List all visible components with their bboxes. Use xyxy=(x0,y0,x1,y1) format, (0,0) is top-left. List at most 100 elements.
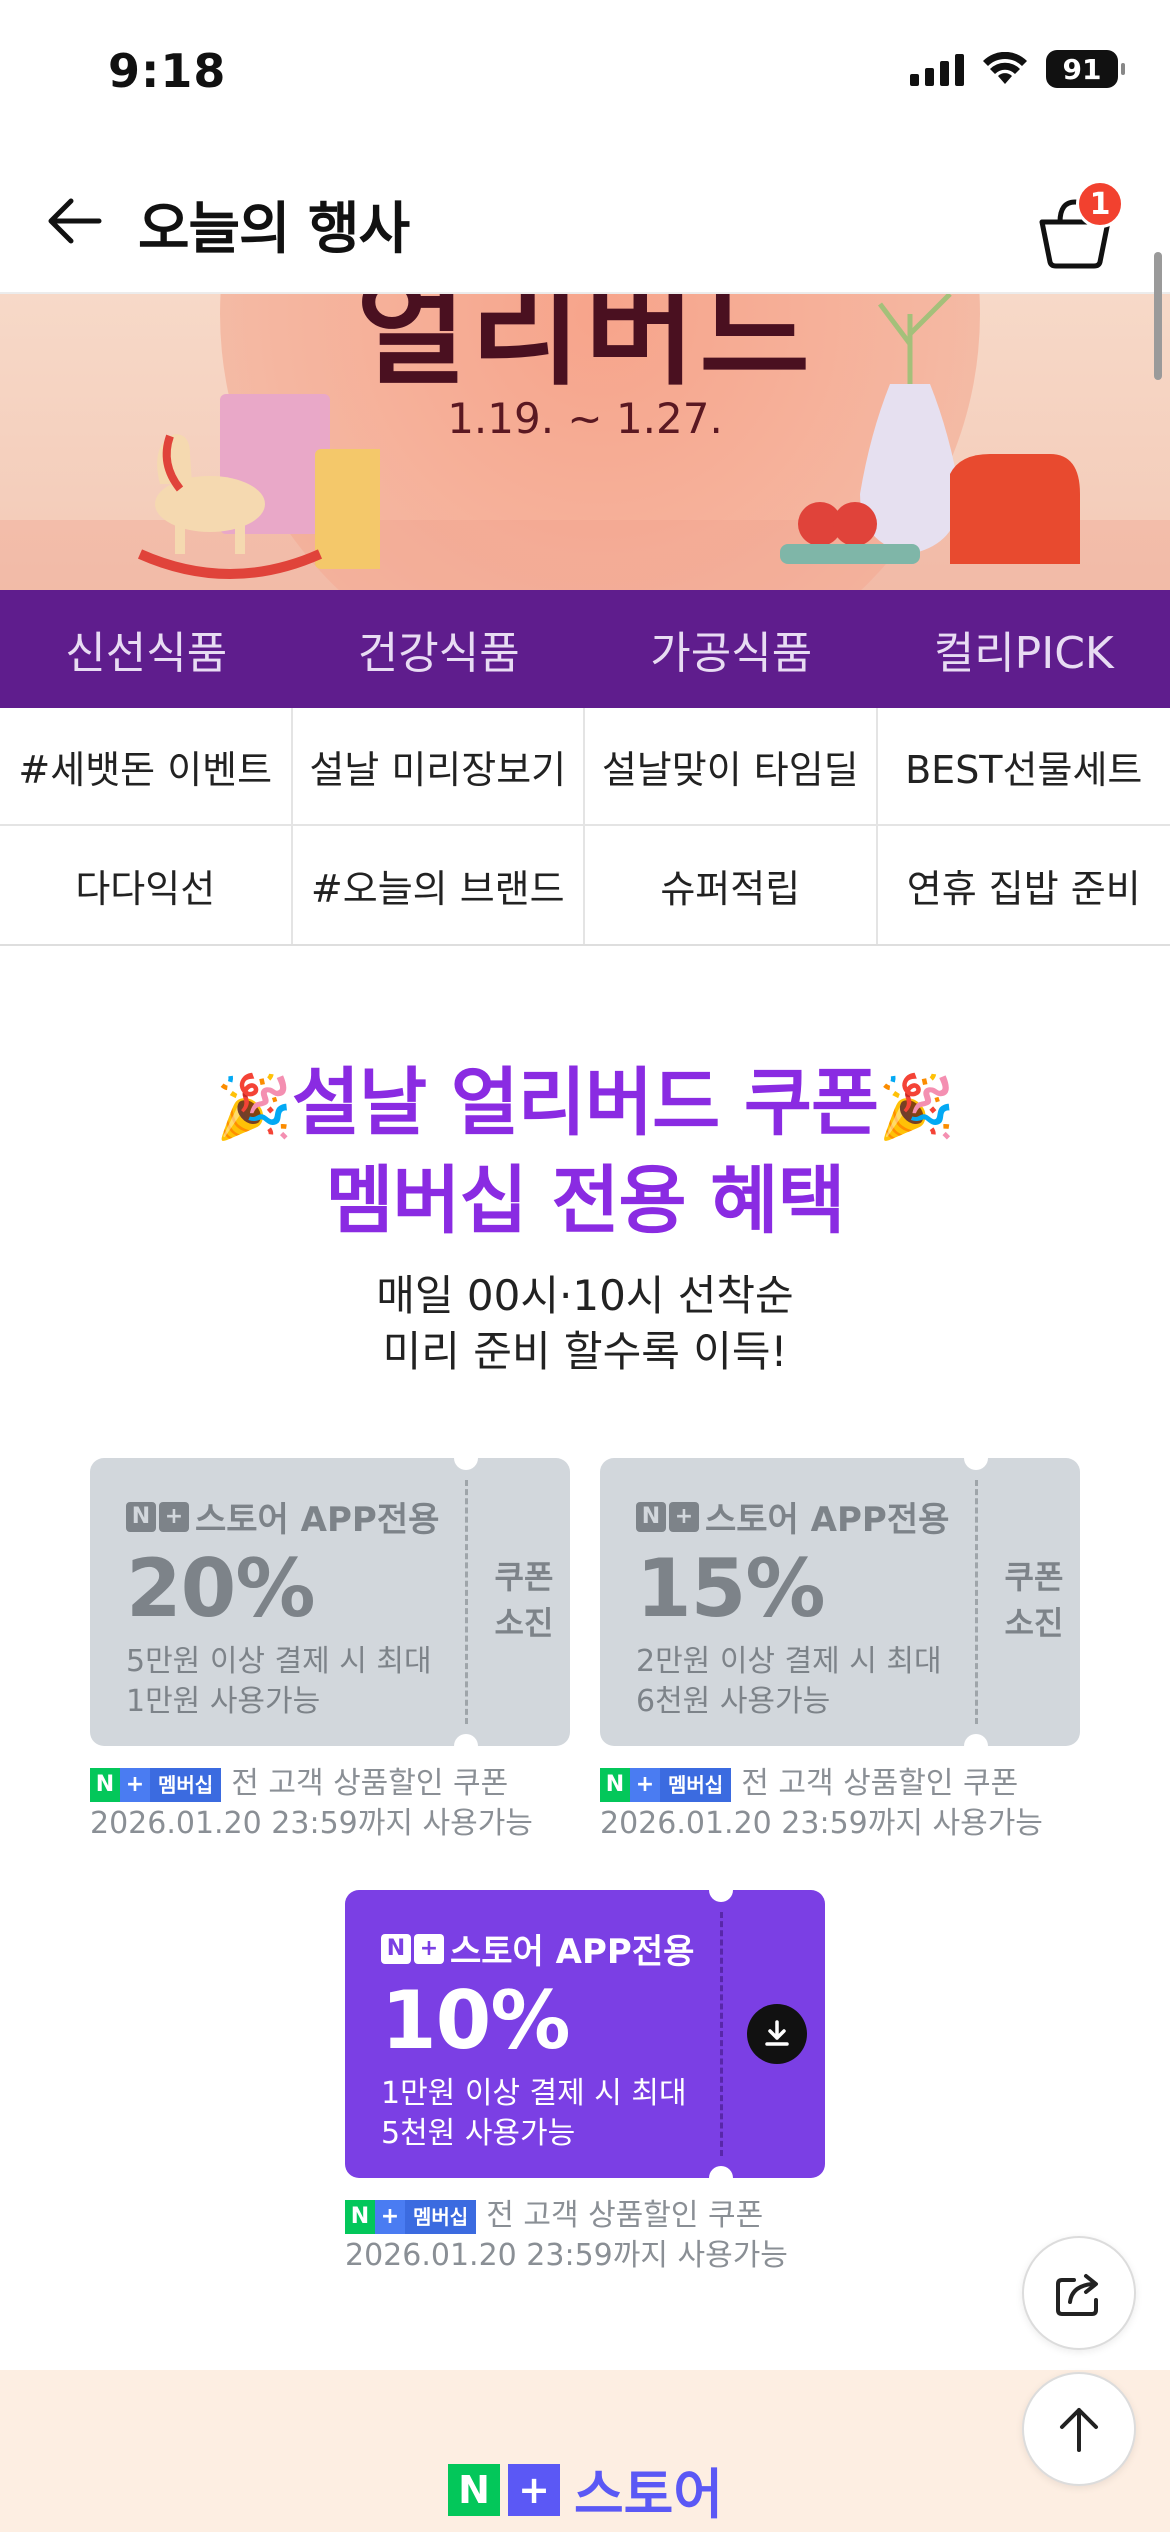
sub-category-item[interactable]: #오늘의 브랜드 xyxy=(293,826,585,944)
coupon-condition: 2만원 이상 결제 시 최대 6천원 사용가능 xyxy=(636,1642,942,1722)
promo-sub-line2: 미리 준비 할수록 이득! xyxy=(382,1327,788,1376)
coupon-notch xyxy=(454,1458,478,1470)
party-popper-icon: 🎉 xyxy=(215,1070,293,1143)
coupon-store-label: N + 스토어 APP전용 xyxy=(636,1492,949,1541)
naver-plus-store-logo: N + 스토어 xyxy=(448,2450,723,2529)
sub-category-item[interactable]: #세뱃돈 이벤트 xyxy=(0,708,293,826)
vase-illustration xyxy=(780,294,1080,564)
coupon-store-text: 스토어 APP전용 xyxy=(705,1500,950,1540)
coupon-download-button[interactable] xyxy=(747,2004,807,2064)
coupon-condition-line2: 6천원 사용가능 xyxy=(636,1684,831,1719)
promo-section: 🎉설날 얼리버드 쿠폰🎉 멤버십 전용 혜택 매일 00시·10시 선착순 미리… xyxy=(0,948,1170,2368)
status-bar: 9:18 91 xyxy=(0,0,1170,148)
coupon-card-20[interactable]: N + 스토어 APP전용 20% 5만원 이상 결제 시 최대 1만원 사용가능… xyxy=(90,1458,570,1746)
coupon-status-line2: 소진 xyxy=(494,1604,554,1642)
membership-badge: N + 멤버십 xyxy=(600,1767,732,1802)
naver-plus-logo-icon: N + xyxy=(126,1501,189,1532)
promo-title-line1: 설날 얼리버드 쿠폰 xyxy=(291,1060,879,1146)
cart-count-badge: 1 xyxy=(1076,180,1124,228)
app-header: 오늘의 행사 1 xyxy=(0,148,1170,294)
coupon-condition: 1만원 이상 결제 시 최대 5천원 사용가능 xyxy=(381,2074,687,2154)
tab-health-food[interactable]: 건강식품 xyxy=(293,590,586,708)
scrollbar[interactable] xyxy=(1154,252,1162,380)
tab-kurly-pick[interactable]: 컬리PICK xyxy=(878,590,1170,708)
battery-icon: 91 xyxy=(1046,50,1125,88)
promo-subtitle: 매일 00시·10시 선착순 미리 준비 할수록 이득! xyxy=(0,1268,1170,1380)
event-banner[interactable]: 얼리버드 1.19. ~ 1.27. xyxy=(0,294,1170,590)
coupon-note: N + 멤버십 전 고객 상품할인 쿠폰 2026.01.20 23:59까지 사용가… xyxy=(90,1764,570,1844)
sub-category-item[interactable]: 설날맞이 타임딜 xyxy=(585,708,878,826)
coupon-condition-line2: 1만원 사용가능 xyxy=(126,1684,321,1719)
coupon-sold-out: 쿠폰 소진 xyxy=(478,1554,570,1646)
download-icon xyxy=(765,2020,789,2046)
promo-title: 🎉설날 얼리버드 쿠폰🎉 멤버십 전용 혜택 xyxy=(0,1056,1170,1248)
tab-processed-food[interactable]: 가공식품 xyxy=(585,590,878,708)
store-logo-text: 스토어 xyxy=(574,2463,724,2526)
membership-badge: N + 멤버십 xyxy=(345,2199,477,2234)
sub-category-item[interactable]: BEST선물세트 xyxy=(877,708,1170,826)
coupon-store-text: 스토어 APP전용 xyxy=(195,1500,440,1540)
rocking-horse-illustration xyxy=(137,394,380,579)
cart-button[interactable]: 1 xyxy=(1032,178,1124,269)
coupon-discount: 20% xyxy=(126,1542,315,1635)
share-button[interactable] xyxy=(1022,2236,1136,2350)
naver-plus-logo-icon: N + xyxy=(381,1933,444,1964)
coupon-note-line1: 전 고객 상품할인 쿠폰 xyxy=(231,1766,509,1801)
coupon-notch xyxy=(964,1734,988,1746)
tab-fresh-food[interactable]: 신선식품 xyxy=(0,590,293,708)
coupon-note: N + 멤버십 전 고객 상품할인 쿠폰 2026.01.20 23:59까지 사용가… xyxy=(600,1764,1080,1844)
coupon-notch xyxy=(454,1734,478,1746)
coupon-divider xyxy=(465,1480,468,1724)
scroll-top-button[interactable] xyxy=(1022,2372,1136,2486)
coupon-status-line2: 소진 xyxy=(1004,1604,1064,1642)
coupon-condition-line1: 1만원 이상 결제 시 최대 xyxy=(381,2076,687,2111)
share-icon xyxy=(1056,2274,1098,2316)
back-arrow-icon xyxy=(48,198,102,244)
coupon-note-line1: 전 고객 상품할인 쿠폰 xyxy=(741,1766,1019,1801)
coupon-expiry: 2026.01.20 23:59까지 사용가능 xyxy=(345,2238,788,2273)
page-title: 오늘의 행사 xyxy=(138,197,410,262)
coupon-condition-line1: 2만원 이상 결제 시 최대 xyxy=(636,1644,942,1679)
coupon-note: N + 멤버십 전 고객 상품할인 쿠폰 2026.01.20 23:59까지 사용가… xyxy=(345,2196,825,2276)
wifi-icon xyxy=(983,52,1027,84)
bottom-store-section: N + 스토어 xyxy=(0,2370,1170,2532)
coupon-discount: 15% xyxy=(636,1542,825,1635)
coupon-card-15[interactable]: N + 스토어 APP전용 15% 2만원 이상 결제 시 최대 6천원 사용가능… xyxy=(600,1458,1080,1746)
sub-category-item[interactable]: 설날 미리장보기 xyxy=(292,708,585,826)
coupon-status-line1: 쿠폰 xyxy=(494,1558,554,1596)
coupon-condition-line2: 5천원 사용가능 xyxy=(381,2116,576,2151)
naver-n-icon: N xyxy=(448,2463,500,2516)
coupon-notch xyxy=(964,1458,988,1470)
coupon-note-line1: 전 고객 상품할인 쿠폰 xyxy=(486,2198,764,2233)
coupon-divider xyxy=(720,1912,723,2156)
coupon-card-10[interactable]: N + 스토어 APP전용 10% 1만원 이상 결제 시 최대 5천원 사용가능 xyxy=(345,1890,825,2178)
promo-sub-line1: 매일 00시·10시 선착순 xyxy=(376,1271,794,1320)
coupon-notch xyxy=(709,2166,733,2178)
coupon-condition-line1: 5만원 이상 결제 시 최대 xyxy=(126,1644,432,1679)
status-icons: 91 xyxy=(910,50,1125,88)
sub-category-item[interactable]: 연휴 집밥 준비 xyxy=(878,826,1170,944)
coupon-store-label: N + 스토어 APP전용 xyxy=(126,1492,439,1541)
coupon-status-line1: 쿠폰 xyxy=(1004,1558,1064,1596)
battery-level: 91 xyxy=(1062,52,1102,86)
sub-category-item[interactable]: 다다익선 xyxy=(0,826,293,944)
coupon-expiry: 2026.01.20 23:59까지 사용가능 xyxy=(600,1806,1043,1841)
scroll-top-icon xyxy=(1060,2408,1098,2452)
coupon-expiry: 2026.01.20 23:59까지 사용가능 xyxy=(90,1806,533,1841)
sub-category-grid: #세뱃돈 이벤트 설날 미리장보기 설날맞이 타임딜 BEST선물세트 다다익선… xyxy=(0,708,1170,946)
coupon-discount: 10% xyxy=(381,1974,570,2067)
coupon-sold-out: 쿠폰 소진 xyxy=(988,1554,1080,1646)
coupon-store-text: 스토어 APP전용 xyxy=(450,1932,695,1972)
coupon-condition: 5만원 이상 결제 시 최대 1만원 사용가능 xyxy=(126,1642,432,1722)
signal-icon xyxy=(910,52,964,86)
coupon-store-label: N + 스토어 APP전용 xyxy=(381,1924,694,1973)
sub-category-item[interactable]: 슈퍼적립 xyxy=(585,826,878,944)
promo-title-line2: 멤버십 전용 혜택 xyxy=(325,1158,845,1244)
status-time: 9:18 xyxy=(108,44,227,98)
back-button[interactable] xyxy=(40,186,110,256)
naver-plus-logo-icon: N + xyxy=(636,1501,699,1532)
party-popper-icon: 🎉 xyxy=(878,1070,955,1143)
coupon-notch xyxy=(709,1890,733,1902)
category-tabs: 신선식품 건강식품 가공식품 컬리PICK xyxy=(0,590,1170,708)
membership-badge: N + 멤버십 xyxy=(90,1767,222,1802)
